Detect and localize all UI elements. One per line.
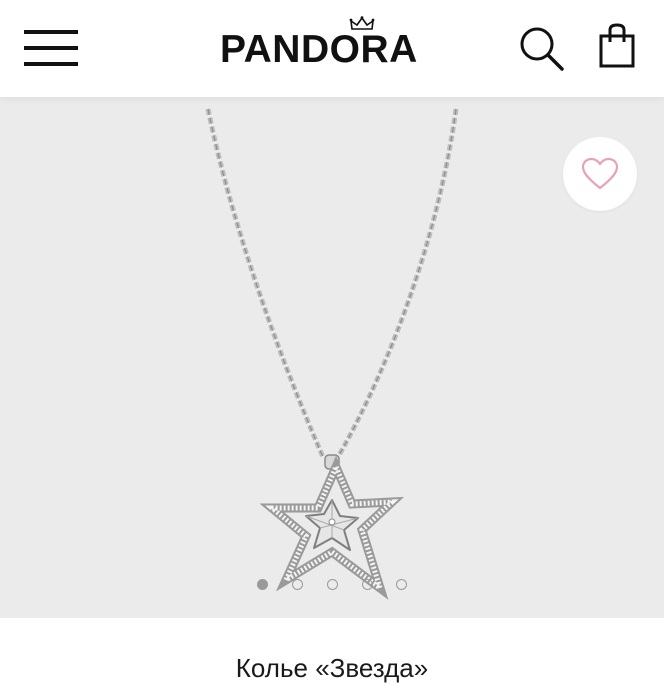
hamburger-menu-icon[interactable] bbox=[24, 30, 78, 68]
menu-line bbox=[24, 30, 78, 34]
carousel-dot[interactable] bbox=[362, 579, 373, 590]
brand-logo[interactable]: PANDORA bbox=[220, 16, 446, 72]
add-to-favorites-button[interactable] bbox=[563, 137, 637, 211]
carousel-dot[interactable] bbox=[257, 579, 268, 590]
carousel-pagination bbox=[255, 579, 415, 593]
menu-line bbox=[24, 46, 78, 50]
heart-icon bbox=[581, 157, 619, 190]
cart-button[interactable] bbox=[596, 22, 640, 70]
brand-name: PANDORA bbox=[220, 28, 418, 71]
menu-line bbox=[24, 62, 78, 66]
site-header: PANDORA bbox=[0, 0, 664, 97]
product-title: Колье «Звезда» bbox=[235, 653, 429, 683]
product-image-gallery[interactable] bbox=[0, 97, 664, 618]
search-button[interactable] bbox=[516, 24, 566, 72]
carousel-dot[interactable] bbox=[396, 579, 407, 590]
search-icon bbox=[520, 27, 564, 71]
carousel-dot[interactable] bbox=[292, 579, 303, 590]
carousel-dot[interactable] bbox=[327, 579, 338, 590]
shopping-bag-icon bbox=[599, 23, 635, 68]
